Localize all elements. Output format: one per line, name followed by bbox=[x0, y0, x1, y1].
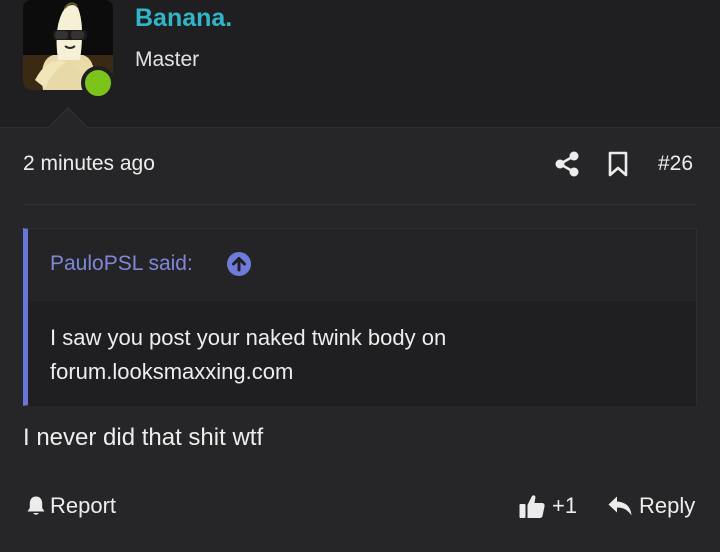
user-title: Master bbox=[135, 48, 200, 71]
report-button[interactable]: Report bbox=[26, 490, 116, 522]
quote-content: I saw you post your naked twink body on … bbox=[28, 301, 696, 406]
reply-arrow-icon bbox=[607, 495, 633, 517]
quote-text: I saw you post your naked twink body on … bbox=[50, 325, 447, 384]
quote-block: PauloPSL said: I saw you post your naked… bbox=[23, 228, 697, 406]
quote-author[interactable]: PauloPSL said: bbox=[50, 252, 193, 276]
arrow-up-circle-icon[interactable] bbox=[226, 251, 252, 277]
thumbs-up-icon bbox=[518, 492, 546, 520]
meta-divider bbox=[23, 204, 697, 205]
avatar-container[interactable] bbox=[23, 0, 115, 100]
post-pointer bbox=[49, 109, 87, 128]
bell-icon bbox=[26, 495, 46, 517]
like-count: +1 bbox=[552, 493, 578, 518]
online-status-indicator bbox=[81, 66, 115, 100]
quote-header: PauloPSL said: bbox=[28, 229, 696, 301]
reply-label: Reply bbox=[639, 493, 696, 518]
reply-button[interactable]: Reply bbox=[607, 490, 695, 522]
post-meta-row: 2 minutes ago #26 bbox=[0, 127, 720, 205]
username[interactable]: Banana. bbox=[135, 4, 232, 33]
post-timestamp[interactable]: 2 minutes ago bbox=[23, 152, 155, 176]
like-button[interactable]: +1 bbox=[518, 490, 577, 522]
bookmark-icon[interactable] bbox=[607, 151, 629, 177]
share-icon[interactable] bbox=[554, 151, 580, 177]
post-user-header: Banana. Master bbox=[0, 0, 720, 127]
report-label: Report bbox=[50, 493, 117, 518]
post-message: I never did that shit wtf bbox=[23, 424, 264, 451]
post-number-link[interactable]: #26 bbox=[658, 152, 693, 176]
